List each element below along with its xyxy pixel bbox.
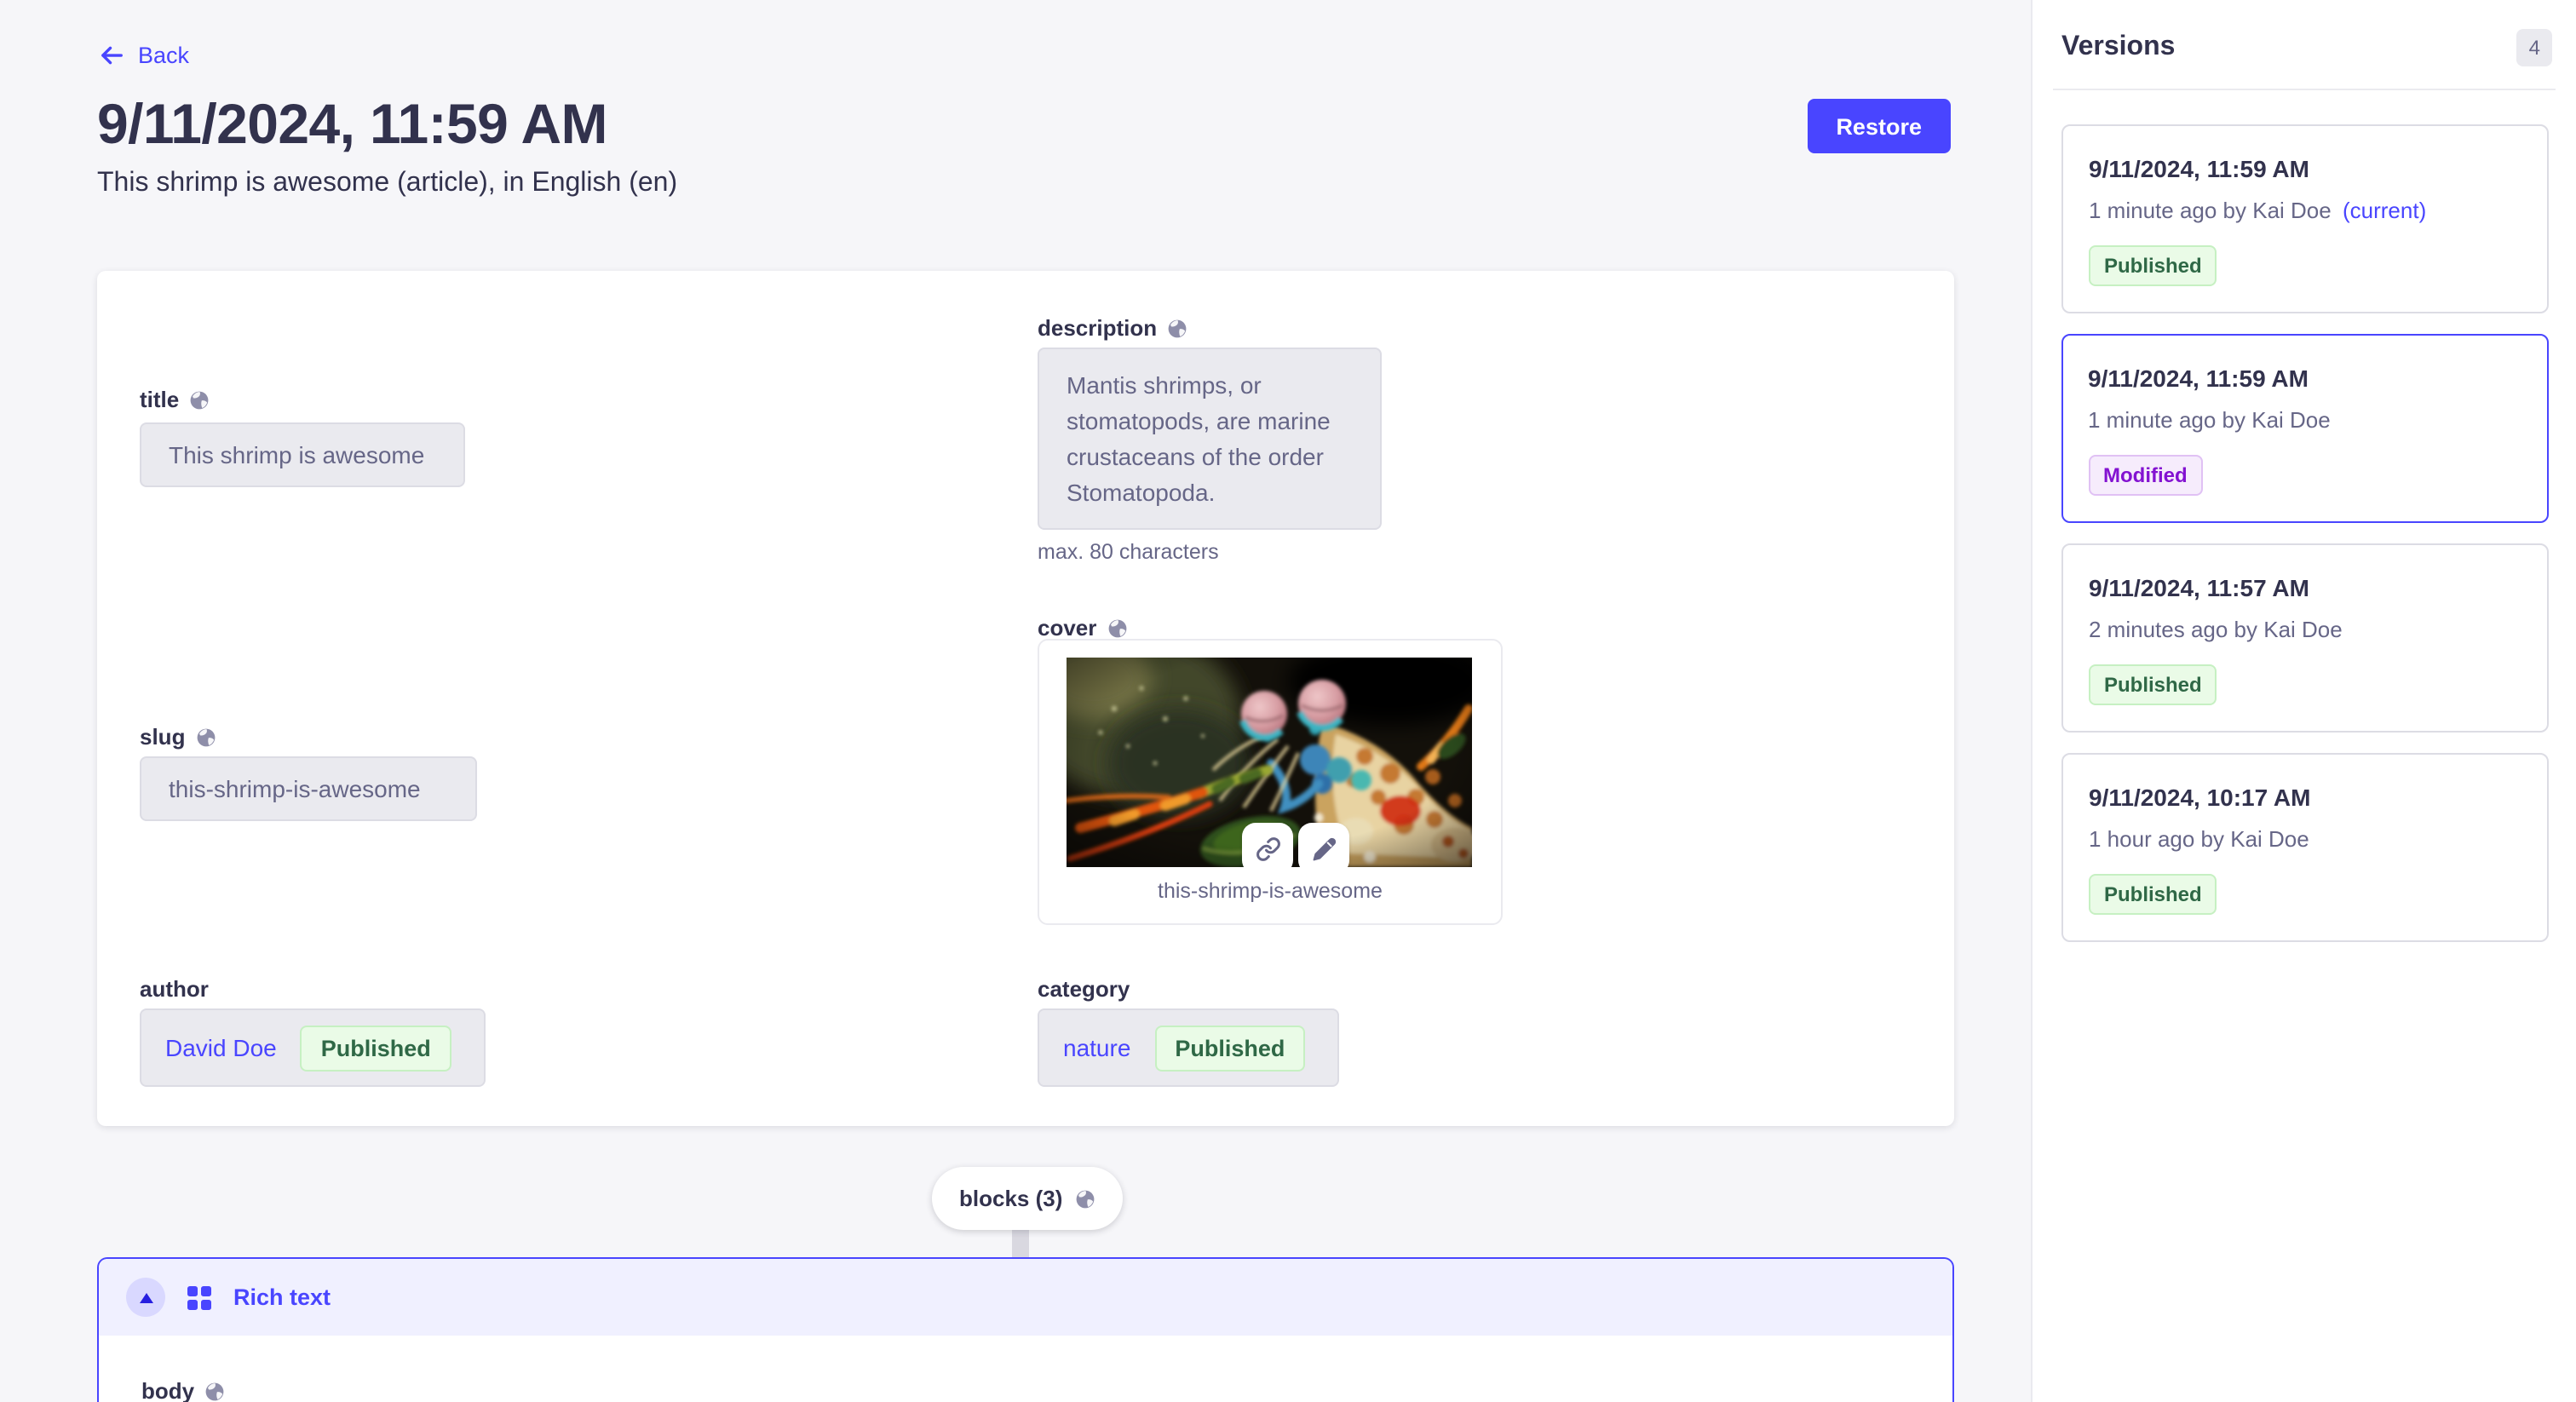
description-label-text: description xyxy=(1038,315,1157,341)
version-meta-text: 2 minutes ago by Kai Doe xyxy=(2089,617,2343,642)
version-meta: 2 minutes ago by Kai Doe xyxy=(2089,617,2521,642)
version-meta: 1 minute ago by Kai Doe xyxy=(2088,406,2522,432)
version-meta-text: 1 minute ago by Kai Doe xyxy=(2089,198,2332,223)
globe-icon xyxy=(189,389,210,410)
back-label: Back xyxy=(138,43,189,68)
version-timestamp: 9/11/2024, 11:59 AM xyxy=(2088,364,2522,391)
category-relation-box: nature Published xyxy=(1038,1008,1339,1087)
blocks-pill-label: blocks (3) xyxy=(959,1186,1062,1211)
version-timestamp: 9/11/2024, 11:59 AM xyxy=(2089,155,2521,182)
rich-text-block: Rich text body xyxy=(97,1257,1954,1402)
cover-label-text: cover xyxy=(1038,615,1096,641)
versions-count-badge: 4 xyxy=(2517,29,2552,66)
blocks-connector xyxy=(1012,1227,1029,1259)
collapse-block-button[interactable] xyxy=(126,1278,165,1317)
edit-media-button[interactable] xyxy=(1298,823,1349,867)
versions-sidebar: Versions 4 9/11/2024, 11:59 AM 1 minute … xyxy=(2031,0,2576,1402)
globe-icon xyxy=(1167,318,1187,338)
main-content: Back 9/11/2024, 11:59 AM Restore This sh… xyxy=(0,0,2031,1402)
version-status-row: Modified xyxy=(2088,454,2522,495)
link-icon xyxy=(1255,836,1280,861)
entry-form-card: title This shrimp is awesome description… xyxy=(97,271,1954,1126)
author-field-label: author xyxy=(140,976,209,1002)
version-list: 9/11/2024, 11:59 AM 1 minute ago by Kai … xyxy=(2033,90,2576,942)
description-textarea: Mantis shrimps, or stomatopods, are mari… xyxy=(1038,348,1382,530)
title-field-label: title xyxy=(140,387,210,412)
author-relation-box: David Doe Published xyxy=(140,1008,486,1087)
globe-icon xyxy=(204,1381,225,1401)
cover-media-card: this-shrimp-is-awesome xyxy=(1038,639,1503,925)
category-link[interactable]: nature xyxy=(1063,1034,1130,1061)
version-meta-text: 1 minute ago by Kai Doe xyxy=(2088,406,2331,432)
cover-field-label: cover xyxy=(1038,615,1127,641)
rich-text-block-title: Rich text xyxy=(233,1284,331,1310)
author-link[interactable]: David Doe xyxy=(165,1034,277,1061)
slug-input: this-shrimp-is-awesome xyxy=(140,756,477,821)
blocks-field-pill: blocks (3) xyxy=(932,1167,1122,1230)
category-status-badge: Published xyxy=(1154,1025,1305,1071)
restore-button[interactable]: Restore xyxy=(1807,99,1951,153)
body-field-label: body xyxy=(141,1378,225,1402)
globe-icon xyxy=(1074,1188,1095,1209)
version-meta-text: 1 hour ago by Kai Doe xyxy=(2089,826,2309,852)
version-status-badge: Modified xyxy=(2088,454,2203,495)
title-input: This shrimp is awesome xyxy=(140,422,465,487)
version-item[interactable]: 9/11/2024, 10:17 AM 1 hour ago by Kai Do… xyxy=(2061,753,2549,942)
rich-text-block-header[interactable]: Rich text xyxy=(99,1259,1952,1336)
copy-link-button[interactable] xyxy=(1242,823,1293,867)
category-field-label: category xyxy=(1038,976,1130,1002)
title-label-text: title xyxy=(140,387,179,412)
version-status-badge: Published xyxy=(2089,664,2217,705)
cover-actions xyxy=(1242,823,1349,867)
chevron-up-icon xyxy=(139,1292,152,1302)
version-status-badge: Published xyxy=(2089,245,2217,286)
version-meta: 1 hour ago by Kai Doe xyxy=(2089,826,2521,852)
cover-image xyxy=(1067,658,1472,867)
version-status-row: Published xyxy=(2089,245,2521,286)
version-status-badge: Published xyxy=(2089,874,2217,915)
globe-icon xyxy=(195,727,216,747)
arrow-left-icon xyxy=(99,43,124,68)
category-label-text: category xyxy=(1038,976,1130,1002)
description-field-label: description xyxy=(1038,315,1187,341)
current-version-label: (current) xyxy=(2343,198,2426,223)
cover-caption: this-shrimp-is-awesome xyxy=(1039,879,1501,903)
blocks-grid-icon xyxy=(187,1285,211,1309)
version-status-row: Published xyxy=(2089,874,2521,915)
back-link[interactable]: Back xyxy=(99,43,189,68)
body-label-text: body xyxy=(141,1378,194,1402)
pencil-icon xyxy=(1311,836,1337,861)
globe-icon xyxy=(1107,618,1127,638)
version-status-row: Published xyxy=(2089,664,2521,705)
version-timestamp: 9/11/2024, 10:17 AM xyxy=(2089,784,2521,811)
slug-label-text: slug xyxy=(140,724,185,750)
version-history-page: Back 9/11/2024, 11:59 AM Restore This sh… xyxy=(0,0,2576,1402)
version-meta: 1 minute ago by Kai Doe (current) xyxy=(2089,198,2521,223)
version-item[interactable]: 9/11/2024, 11:59 AM 1 minute ago by Kai … xyxy=(2061,124,2549,313)
versions-header: Versions 4 xyxy=(2033,0,2576,89)
author-status-badge: Published xyxy=(301,1025,451,1071)
versions-title: Versions xyxy=(2061,32,2175,63)
author-label-text: author xyxy=(140,976,209,1002)
slug-field-label: slug xyxy=(140,724,216,750)
page-subtitle: This shrimp is awesome (article), in Eng… xyxy=(97,169,677,199)
version-item[interactable]: 9/11/2024, 11:57 AM 2 minutes ago by Kai… xyxy=(2061,543,2549,733)
description-hint: max. 80 characters xyxy=(1038,540,1219,564)
version-timestamp: 9/11/2024, 11:57 AM xyxy=(2089,574,2521,601)
page-title: 9/11/2024, 11:59 AM xyxy=(97,92,607,157)
version-item-selected[interactable]: 9/11/2024, 11:59 AM 1 minute ago by Kai … xyxy=(2061,334,2549,523)
